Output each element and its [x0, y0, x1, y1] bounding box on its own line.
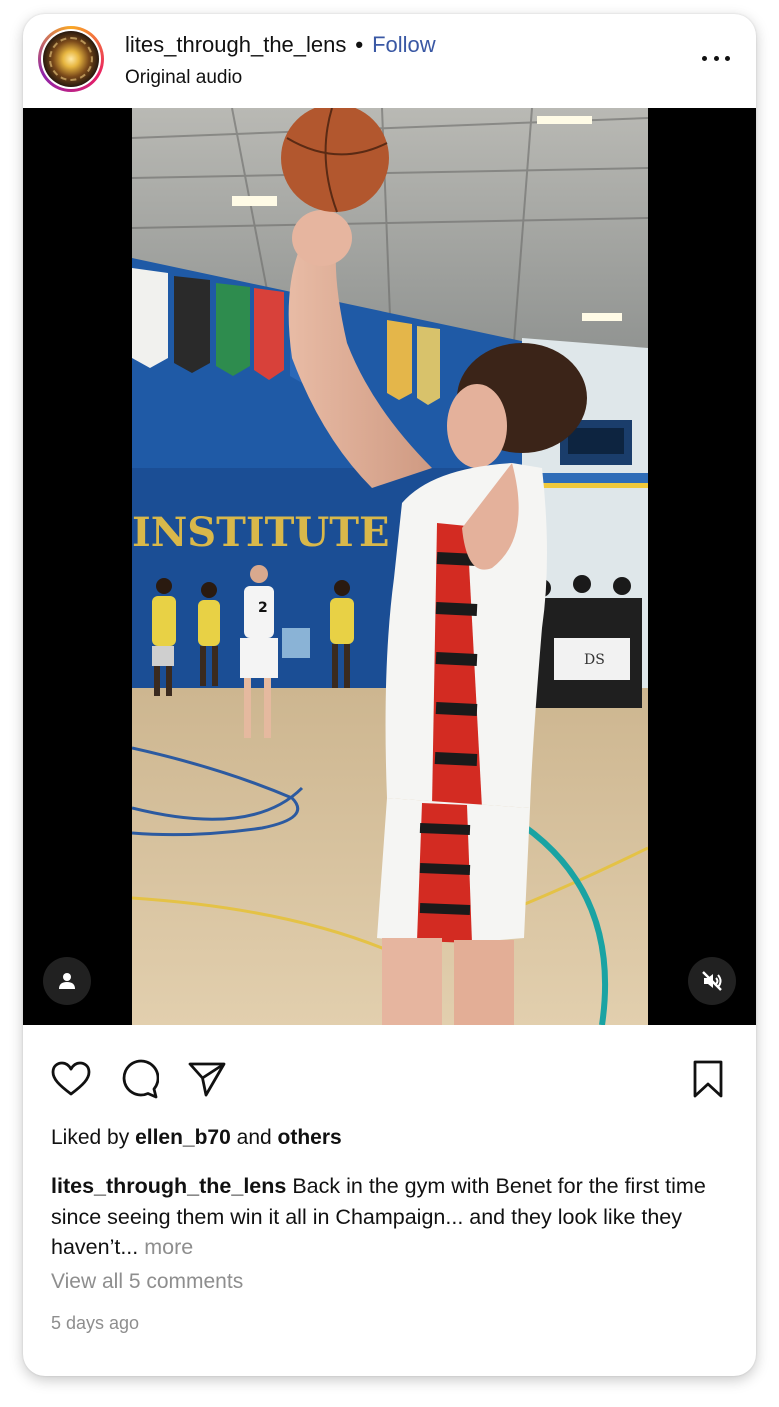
post-media[interactable]: INSTITUTE 2 DS [23, 108, 756, 1025]
likes-others-link[interactable]: others [278, 1126, 342, 1149]
more-options-icon[interactable] [702, 48, 730, 68]
avatar-image [43, 31, 99, 87]
video-frame: INSTITUTE 2 DS [132, 108, 648, 1025]
person-icon[interactable] [43, 957, 91, 1005]
likes-summary: Liked by ellen_b70 and others [51, 1126, 342, 1149]
liked-by-user-link[interactable]: ellen_b70 [135, 1126, 231, 1149]
username-link[interactable]: lites_through_the_lens [125, 32, 346, 57]
video-player[interactable]: INSTITUTE 2 DS [132, 108, 648, 1025]
action-bar [23, 1025, 756, 1135]
post-timestamp: 5 days ago [51, 1313, 140, 1333]
heart-icon[interactable] [49, 1057, 93, 1101]
follow-button[interactable]: Follow [372, 32, 436, 57]
post-card: lites_through_the_lens • Follow Original a… [23, 14, 756, 1376]
speaker-muted-icon[interactable] [688, 957, 736, 1005]
comment-icon[interactable] [117, 1057, 161, 1101]
wall-banner-text: INSTITUTE [132, 509, 390, 556]
audio-label[interactable]: Original audio [125, 67, 242, 89]
background-jersey-number: 2 [258, 600, 268, 616]
post-header: lites_through_the_lens • Follow Original a… [23, 14, 756, 108]
separator-dot: • [355, 32, 364, 57]
paper-plane-icon[interactable] [185, 1057, 229, 1101]
caption-more-link[interactable]: more [144, 1235, 193, 1259]
avatar[interactable] [38, 26, 104, 92]
scorer-table-logo: DS [584, 652, 605, 668]
caption-username-link[interactable]: lites_through_the_lens [51, 1174, 286, 1198]
bookmark-icon[interactable] [686, 1057, 730, 1101]
view-all-comments-link[interactable]: View all 5 comments [51, 1270, 243, 1294]
post-caption: lites_through_the_lens Back in the gym w… [51, 1171, 731, 1263]
